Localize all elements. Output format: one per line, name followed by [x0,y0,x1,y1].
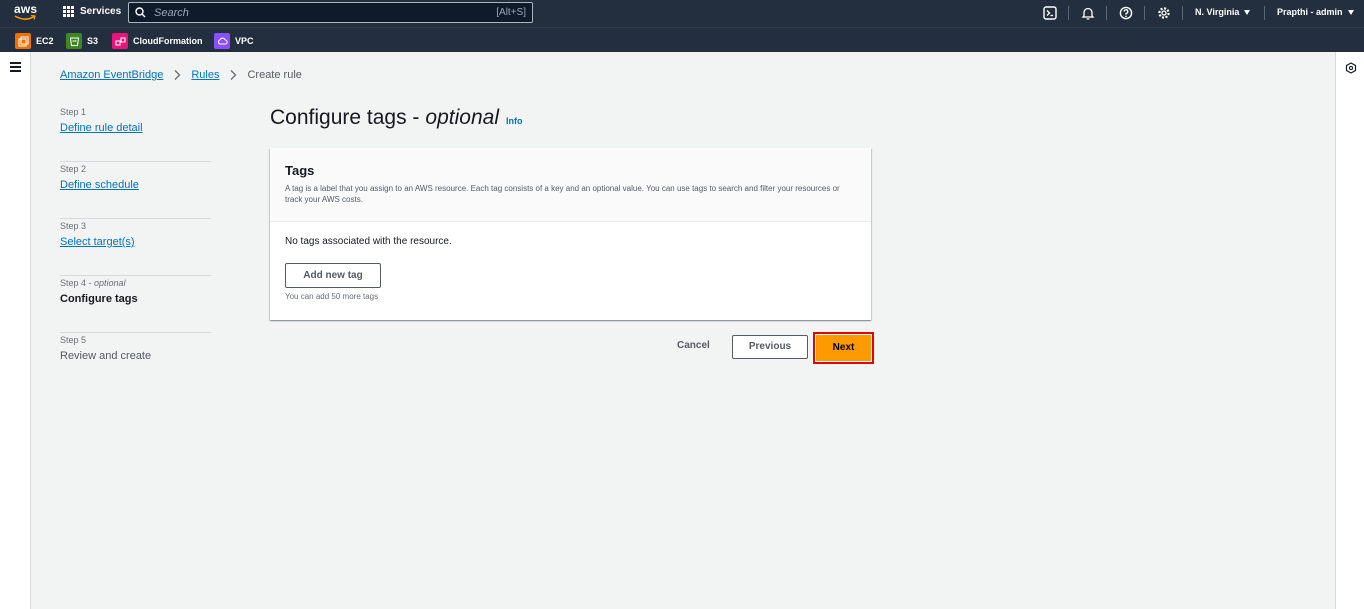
gear-icon[interactable] [1157,6,1171,20]
bell-icon[interactable] [1081,6,1095,20]
favorite-ec2[interactable]: EC2 [15,33,54,49]
step-number: Step 4 - optional [60,278,126,288]
step-link-define-rule-detail[interactable]: Define rule detail [60,121,211,135]
step-number: Step 1 [60,107,87,117]
services-label: Services [80,6,122,17]
favorite-cloudformation[interactable]: CloudFormation [112,33,203,49]
favorite-label: EC2 [36,36,54,46]
favorite-label: CloudFormation [133,36,203,46]
vpc-icon [214,33,230,49]
cloudformation-icon [112,33,128,49]
cloudshell-icon[interactable] [1043,6,1057,20]
ec2-icon [15,33,31,49]
account-menu[interactable]: Prapthi - admin [1277,7,1354,17]
breadcrumb: Amazon EventBridge Rules Create rule [60,69,302,81]
help-panel-icon[interactable] [1345,62,1357,74]
search-shortcut: [Alt+S] [496,7,526,18]
aws-logo-text: aws [14,2,38,16]
favorite-label: VPC [235,36,254,46]
search-box[interactable]: [Alt+S] [128,2,533,23]
aws-logo[interactable]: aws [14,3,40,23]
help-icon[interactable] [1119,6,1133,20]
step-number: Step 5 [60,335,87,345]
step-review-and-create: Review and create [60,350,152,362]
chevron-right-icon [230,70,237,80]
step-link-select-targets[interactable]: Select target(s) [60,235,211,249]
tags-panel-title: Tags [285,163,315,178]
nav-divider [1182,6,1183,20]
wizard-step-1: Step 1 Define rule detail [60,105,211,162]
nav-divider [1106,6,1107,20]
step-number: Step 3 [60,221,87,231]
page-title-optional: optional [425,106,499,129]
next-button[interactable]: Next [816,335,871,361]
no-tags-message: No tags associated with the resource. [285,236,452,247]
tags-panel-body: No tags associated with the resource. Ad… [270,222,871,301]
nav-divider [1144,6,1145,20]
step-link-define-schedule[interactable]: Define schedule [60,178,211,192]
step-number-text: Step 4 [60,278,87,288]
breadcrumb-current: Create rule [247,69,302,81]
search-icon [135,7,146,18]
page-title: Configure tags - optional Info [270,106,522,130]
breadcrumb-eventbridge-link[interactable]: Amazon EventBridge [60,69,163,81]
favorites-bar: EC2 S3 CloudFormation VPC [0,27,1364,52]
favorite-vpc[interactable]: VPC [214,33,254,49]
right-rail [1335,52,1364,609]
previous-button[interactable]: Previous [732,335,808,359]
nav-divider [1068,6,1069,20]
region-selector[interactable]: N. Virginia [1195,7,1251,17]
add-new-tag-button[interactable]: Add new tag [285,263,381,288]
services-menu-button[interactable]: Services [63,6,121,17]
favorite-label: S3 [87,36,99,46]
region-label: N. Virginia [1195,7,1240,17]
wizard-step-3: Step 3 Select target(s) [60,219,211,276]
left-rail [0,52,31,609]
wizard-steps: Step 1 Define rule detail Step 2 Define … [60,105,211,390]
step-number: Step 2 [60,164,87,174]
account-label: Prapthi - admin [1277,7,1343,17]
chevron-right-icon [174,70,181,80]
page-title-text: Configure tags - [270,106,420,129]
favorite-s3[interactable]: S3 [66,33,98,49]
tags-panel-description: A tag is a label that you assign to an A… [285,184,840,204]
top-navigation: aws Services [Alt+S] N. Virginia Prapthi… [0,0,1364,27]
services-grid-icon [63,6,74,17]
search-input[interactable] [154,7,496,19]
breadcrumb-rules-link[interactable]: Rules [191,69,219,81]
tags-panel: Tags A tag is a label that you assign to… [270,148,871,320]
caret-down-icon [1244,9,1251,15]
info-link[interactable]: Info [506,116,523,126]
menu-icon[interactable] [10,62,21,75]
step-current-configure-tags: Configure tags [60,293,138,305]
s3-icon [66,33,82,49]
wizard-step-5: Step 5 Review and create [60,333,211,390]
cancel-button[interactable]: Cancel [677,340,710,351]
step-optional-text: optional [94,278,126,288]
tags-remaining-hint: You can add 50 more tags [285,292,379,301]
wizard-step-2: Step 2 Define schedule [60,162,211,219]
tags-panel-header: Tags A tag is a label that you assign to… [270,148,871,222]
nav-divider [1264,6,1265,20]
wizard-step-4: Step 4 - optional Configure tags [60,276,211,333]
caret-down-icon [1347,9,1354,15]
